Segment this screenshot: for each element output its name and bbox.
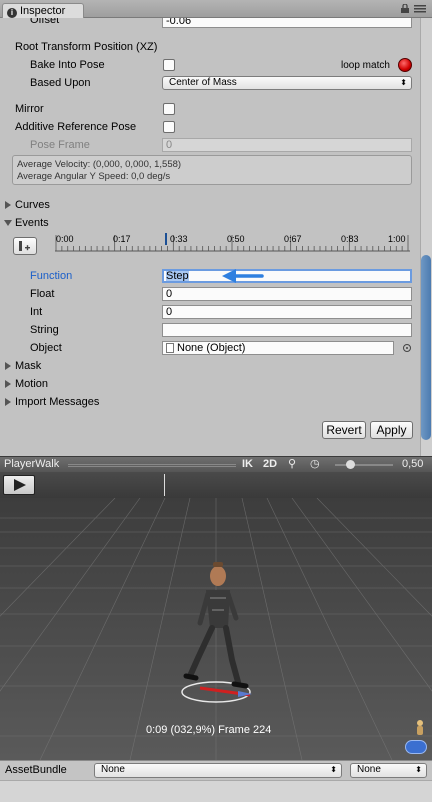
preview-toolbar: PlayerWalk IK 2D ⚲ ◷ 0,50 xyxy=(0,456,432,472)
speed-slider[interactable] xyxy=(335,464,393,466)
average-velocity-text: Average Velocity: (0,000, 0,000, 1,558) xyxy=(17,159,182,170)
inspector-tab[interactable]: i Inspector xyxy=(2,3,84,18)
pivot-icon[interactable]: ⚲ xyxy=(288,457,296,470)
events-timeline[interactable]: 0:00 0:17 0:33 0:50 0:67 0:83 1:00 xyxy=(55,232,410,252)
arrow-annotation-icon xyxy=(222,269,264,283)
based-upon-dropdown[interactable]: Center of Mass ⬍ xyxy=(162,76,412,90)
inspector-tab-bar: i Inspector xyxy=(0,0,432,18)
float-label: Float xyxy=(30,288,55,300)
offset-field[interactable]: -0.06 xyxy=(162,18,412,28)
bake-into-pose-label: Bake Into Pose xyxy=(30,59,105,71)
play-button[interactable] xyxy=(3,475,35,495)
assetbundle-variant-dropdown[interactable]: None ⬍ xyxy=(350,763,427,778)
motion-foldout-icon[interactable] xyxy=(5,380,11,388)
timeline-tick-label: 0:33 xyxy=(170,234,188,244)
float-field[interactable]: 0 xyxy=(162,287,412,301)
timeline-tick-label: 0:50 xyxy=(227,234,245,244)
preview-title: PlayerWalk xyxy=(4,458,60,470)
playhead[interactable] xyxy=(164,474,165,496)
ik-toggle[interactable]: IK xyxy=(242,458,253,470)
object-picker-icon[interactable] xyxy=(403,344,411,352)
apply-button[interactable]: Apply xyxy=(370,421,413,439)
root-position-header: Root Transform Position (XZ) xyxy=(15,41,158,53)
speed-value: 0,50 xyxy=(402,458,424,470)
additive-reference-pose-checkbox[interactable] xyxy=(163,121,175,133)
timeline-tick-label: 0:83 xyxy=(341,234,359,244)
event-marker[interactable] xyxy=(165,233,167,245)
timeline-tick-label: 0:00 xyxy=(56,234,74,244)
play-icon xyxy=(14,479,26,491)
object-field[interactable]: None (Object) xyxy=(162,341,394,355)
timeline-tick-label: 1:00 xyxy=(388,234,406,244)
preview-timeline[interactable] xyxy=(0,472,432,498)
pose-frame-label: Pose Frame xyxy=(30,139,90,151)
average-angular-speed-text: Average Angular Y Speed: 0,0 deg/s xyxy=(17,171,171,182)
preview-grid xyxy=(0,498,432,760)
timeline-tick-label: 0:67 xyxy=(284,234,302,244)
info-icon: i xyxy=(7,8,17,18)
assetbundle-label: AssetBundle xyxy=(5,764,67,776)
info-box: Average Velocity: (0,000, 0,000, 1,558) … xyxy=(12,155,412,185)
preview-drag-handle[interactable] xyxy=(68,464,236,467)
object-label: Object xyxy=(30,342,62,354)
bake-into-pose-checkbox[interactable] xyxy=(163,59,175,71)
assetbundle-bar: AssetBundle None ⬍ None ⬍ xyxy=(0,760,432,780)
additive-reference-pose-label: Additive Reference Pose xyxy=(15,121,137,133)
scrollbar-thumb[interactable] xyxy=(421,255,431,440)
import-messages-foldout-icon[interactable] xyxy=(5,398,11,406)
add-event-button[interactable] xyxy=(13,237,37,255)
curves-foldout-icon[interactable] xyxy=(5,201,11,209)
import-messages-label[interactable]: Import Messages xyxy=(15,396,99,408)
offset-label: Offset xyxy=(30,18,60,26)
speed-slider-thumb[interactable] xyxy=(346,460,355,469)
pose-frame-field: 0 xyxy=(162,138,412,152)
inspector-panel: Offset -0.06 Root Transform Position (XZ… xyxy=(0,18,432,456)
mirror-label: Mirror xyxy=(15,103,44,115)
avatar-icon[interactable] xyxy=(415,720,425,736)
menu-icon[interactable] xyxy=(414,4,426,13)
int-label: Int xyxy=(30,306,43,318)
motion-label[interactable]: Motion xyxy=(15,378,48,390)
add-event-icon xyxy=(19,241,30,251)
dropdown-arrows-icon: ⬍ xyxy=(400,78,407,87)
mask-foldout-icon[interactable] xyxy=(5,362,11,370)
lock-icon[interactable] xyxy=(401,3,409,13)
string-field[interactable] xyxy=(162,323,412,337)
mask-label[interactable]: Mask xyxy=(15,360,41,372)
timeline-tick-label: 0:17 xyxy=(113,234,131,244)
int-field[interactable]: 0 xyxy=(162,305,412,319)
string-label: String xyxy=(30,324,59,336)
assetbundle-name-dropdown[interactable]: None ⬍ xyxy=(94,763,342,778)
function-field[interactable]: Step xyxy=(162,269,412,283)
events-foldout-icon[interactable] xyxy=(4,220,12,226)
curves-label[interactable]: Curves xyxy=(15,199,50,211)
loop-match-indicator xyxy=(398,58,412,72)
tag-icon[interactable] xyxy=(405,740,427,754)
function-label: Function xyxy=(30,270,73,282)
bottom-strip xyxy=(0,780,432,802)
timeline-labels: 0:00 0:17 0:33 0:50 0:67 0:83 1:00 xyxy=(55,234,410,246)
preview-viewport[interactable]: 0:09 (032,9%) Frame 224 xyxy=(0,472,432,760)
based-upon-label: Based Upon xyxy=(30,77,91,89)
revert-button[interactable]: Revert xyxy=(322,421,366,439)
2d-toggle[interactable]: 2D xyxy=(263,458,277,470)
mirror-checkbox[interactable] xyxy=(163,103,175,115)
preview-status: 0:09 (032,9%) Frame 224 xyxy=(146,724,272,736)
speed-icon[interactable]: ◷ xyxy=(310,457,320,470)
loop-match-label: loop match xyxy=(341,60,390,71)
object-file-icon xyxy=(166,343,174,353)
events-label[interactable]: Events xyxy=(15,217,49,229)
